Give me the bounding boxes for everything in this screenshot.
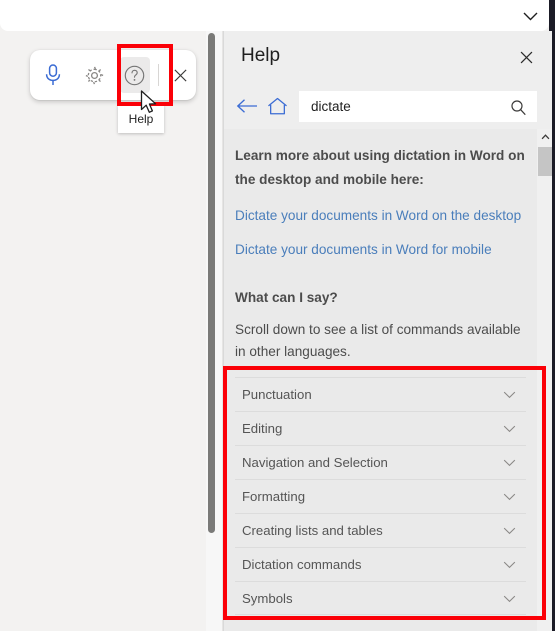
document-scrollbar-thumb[interactable] [208,33,215,533]
scroll-up-arrow-icon[interactable] [537,129,553,145]
help-tooltip: Help [118,105,164,133]
chevron-down-icon [502,559,516,571]
chevron-down-icon [502,525,516,537]
dictation-toolbar [30,50,196,100]
help-pane-header: Help [224,31,552,83]
accordion-item-label: Symbols [242,590,293,606]
accordion-item-formatting[interactable]: Formatting [235,479,526,513]
accordion-item-symbols[interactable]: Symbols [235,581,526,615]
app-window: Help Help dictate Learn more about using… [0,0,555,631]
command-categories-accordion: Punctuation Editing Navigation and Selec… [235,377,526,615]
chevron-down-icon [502,389,516,401]
toolbar-divider [158,64,160,86]
help-button[interactable] [119,57,151,93]
document-canvas [0,31,206,631]
help-link-desktop[interactable]: Dictate your documents in Word on the de… [235,192,526,226]
help-pane-title: Help [241,45,281,66]
search-icon[interactable] [507,96,530,119]
back-arrow-icon[interactable] [234,93,260,119]
close-icon[interactable] [165,57,196,93]
accordion-item-label: Formatting [242,489,306,504]
search-input[interactable]: dictate [299,90,537,122]
chevron-down-icon [502,457,516,469]
close-icon[interactable] [514,45,538,69]
accordion-item-punctuation[interactable]: Punctuation [235,377,526,411]
chevron-down-icon[interactable] [521,9,539,23]
accordion-item-label: Editing [242,421,283,436]
accordion-item-label: Dictation commands [242,557,362,572]
accordion-item-creating-lists-and-tables[interactable]: Creating lists and tables [235,513,526,547]
accordion-item-label: Navigation and Selection [242,455,388,470]
gear-icon[interactable] [79,57,110,93]
accordion-item-dictation-commands[interactable]: Dictation commands [235,547,526,581]
accordion-item-navigation-and-selection[interactable]: Navigation and Selection [235,445,526,479]
accordion-item-editing[interactable]: Editing [235,411,526,445]
home-icon[interactable] [264,93,290,119]
help-intro-text: Learn more about using dictation in Word… [235,148,525,187]
help-scrollbar-thumb[interactable] [538,147,552,176]
ribbon-strip [0,0,549,31]
chevron-down-icon [502,491,516,503]
chevron-down-icon [502,423,516,435]
help-task-pane: Help dictate Learn more about using dict… [223,31,553,631]
help-search-row: dictate [224,83,552,129]
accordion-item-label: Punctuation [242,387,312,402]
accordion-item-label: Creating lists and tables [242,523,383,538]
help-section-body: Scroll down to see a list of commands av… [235,322,521,359]
microphone-icon[interactable] [38,57,69,93]
window-right-edge-top [549,0,552,31]
help-section-heading: What can I say? [235,290,338,305]
search-input-value: dictate [311,98,351,114]
help-link-mobile[interactable]: Dictate your documents in Word for mobil… [235,226,526,260]
chevron-down-icon [502,593,516,605]
help-scrollbar-track[interactable] [537,129,553,631]
help-content-area: Learn more about using dictation in Word… [224,129,537,631]
